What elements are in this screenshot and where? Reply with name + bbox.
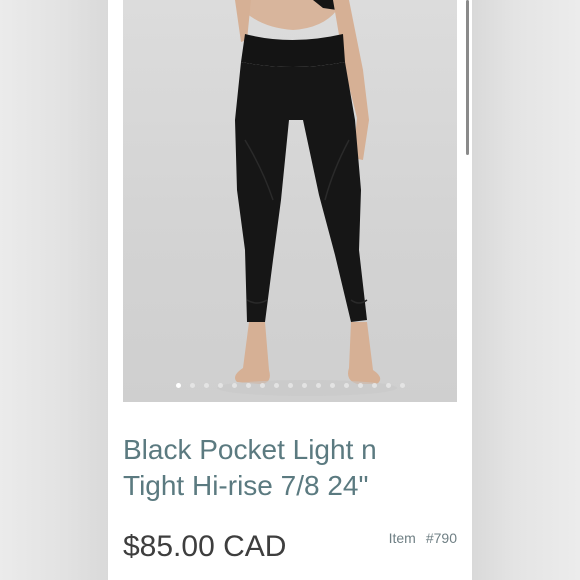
carousel-dot[interactable] <box>329 383 335 388</box>
product-photo[interactable] <box>123 0 457 402</box>
item-number: Item #790 <box>389 530 457 546</box>
carousel-dot[interactable] <box>287 383 293 388</box>
carousel-dot[interactable] <box>259 383 265 388</box>
waistband <box>241 34 345 67</box>
carousel-dot[interactable] <box>357 383 363 388</box>
right-foot <box>348 322 381 384</box>
carousel-dot[interactable] <box>245 383 251 388</box>
carousel-dot[interactable] <box>231 383 237 388</box>
carousel-dot[interactable] <box>189 383 195 388</box>
carousel-dot[interactable] <box>371 383 377 388</box>
carousel-dot[interactable] <box>203 383 209 388</box>
carousel-dot[interactable] <box>385 383 391 388</box>
carousel-dot[interactable] <box>315 383 321 388</box>
product-title: Black Pocket Light n Tight Hi-rise 7/8 2… <box>123 432 443 504</box>
carousel-dot[interactable] <box>175 383 181 388</box>
leggings <box>235 62 367 322</box>
item-label: Item <box>388 530 416 546</box>
carousel-dot[interactable] <box>399 383 405 388</box>
product-title-line-2: Tight Hi-rise 7/8 24" <box>123 470 369 501</box>
left-foot <box>235 322 270 384</box>
carousel-dots[interactable] <box>123 383 457 391</box>
product-card: Black Pocket Light n Tight Hi-rise 7/8 2… <box>108 0 472 580</box>
carousel-dot[interactable] <box>217 383 223 388</box>
product-title-line-1: Black Pocket Light n <box>123 434 377 465</box>
blurred-background-right <box>472 0 580 580</box>
product-price: $85.00 CAD <box>123 530 287 563</box>
carousel-dot[interactable] <box>343 383 349 388</box>
blurred-background-left <box>0 0 108 580</box>
carousel-dot[interactable] <box>273 383 279 388</box>
scrollbar[interactable] <box>466 0 469 155</box>
item-number-value: #790 <box>425 530 457 546</box>
carousel-dot[interactable] <box>301 383 307 388</box>
